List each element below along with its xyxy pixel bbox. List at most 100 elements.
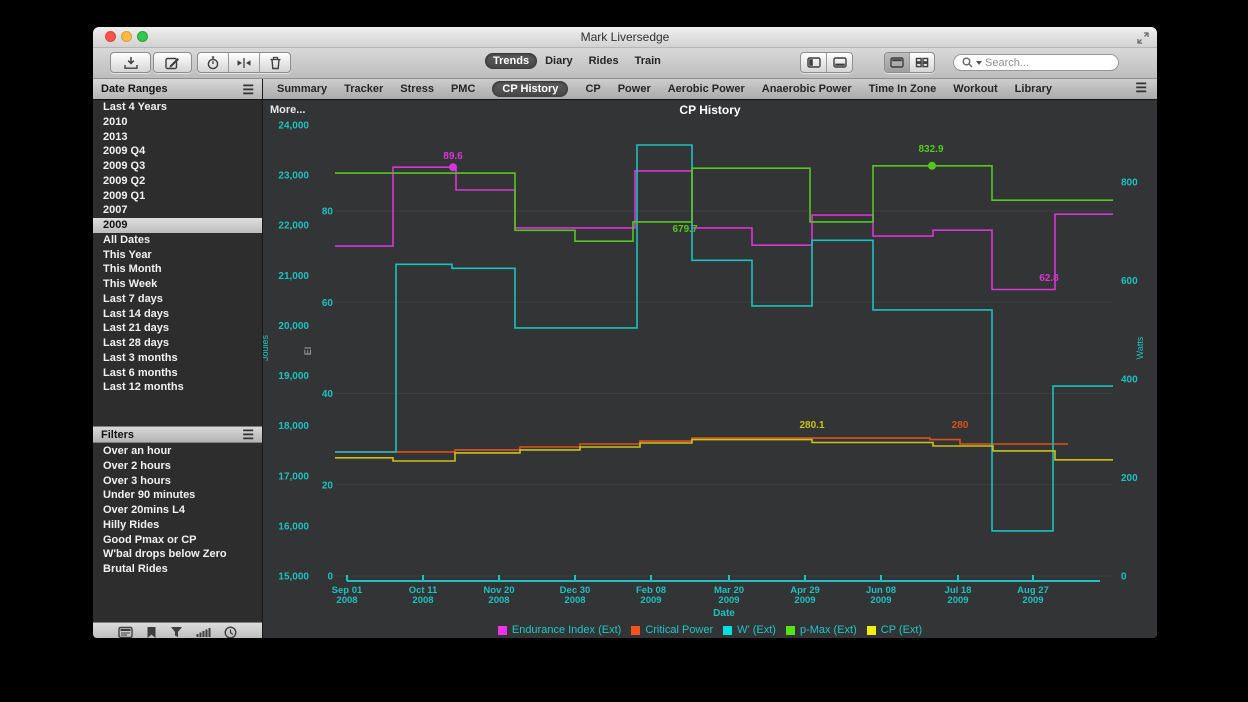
tab-pmc[interactable]: PMC [451, 83, 475, 95]
filter-item[interactable]: Over an hour [93, 444, 262, 459]
tiled-view-button[interactable] [910, 53, 934, 72]
filter-item[interactable]: Over 2 hours [93, 459, 262, 474]
legend-label: Endurance Index (Ext) [512, 624, 621, 636]
stopwatch-icon [206, 56, 220, 70]
date-range-item[interactable]: 2009 Q3 [93, 159, 262, 174]
date-range-item[interactable]: Last 28 days [93, 336, 262, 351]
filter-item[interactable]: W'bal drops below Zero [93, 547, 262, 562]
split-ride-button[interactable] [229, 53, 260, 72]
tab-stress[interactable]: Stress [400, 83, 434, 95]
joules-tick-label: 18,000 [278, 421, 309, 432]
series-value-label: 832.9 [918, 144, 943, 155]
calendar-icon[interactable] [118, 626, 133, 639]
search-icon [962, 57, 973, 68]
download-button[interactable] [110, 52, 151, 73]
stopwatch-button[interactable] [198, 53, 229, 72]
mode-rides[interactable]: Rides [581, 53, 627, 69]
series-endurance-index-ext- [335, 167, 1113, 289]
tab-summary[interactable]: Summary [277, 83, 327, 95]
filter-item[interactable]: Under 90 minutes [93, 488, 262, 503]
date-range-item[interactable]: 2009 Q2 [93, 174, 262, 189]
ei-tick-label: 40 [322, 389, 334, 400]
date-ranges-header: Date Ranges ☰ [93, 79, 263, 99]
date-range-item[interactable]: Last 14 days [93, 307, 262, 322]
tab-time-in-zone[interactable]: Time In Zone [869, 83, 937, 95]
mode-diary[interactable]: Diary [537, 53, 581, 69]
date-range-item[interactable]: Last 21 days [93, 321, 262, 336]
date-range-item[interactable]: Last 3 months [93, 351, 262, 366]
style-toggles [884, 52, 935, 73]
date-range-item[interactable]: This Month [93, 262, 262, 277]
toggle-sidebar-button[interactable] [801, 53, 827, 72]
legend-swatch [786, 626, 795, 635]
filter-item[interactable]: Brutal Rides [93, 562, 262, 577]
tab-library[interactable]: Library [1015, 83, 1052, 95]
tabbed-layout-icon [890, 57, 904, 68]
ei-tick-label: 80 [322, 207, 334, 218]
tab-power[interactable]: Power [618, 83, 651, 95]
filters-menu-icon[interactable]: ☰ [242, 428, 254, 441]
date-range-item[interactable]: 2009 Q1 [93, 189, 262, 204]
fullscreen-icon[interactable] [1137, 31, 1149, 43]
joules-tick-label: 20,000 [278, 321, 309, 332]
tab-bar-menu-icon[interactable]: ☰ [1135, 81, 1147, 94]
tab-cp-history[interactable]: CP History [492, 81, 568, 97]
zoom-button[interactable] [137, 31, 148, 42]
series-p-max-ext- [335, 166, 1113, 241]
filters-list: Over an hourOver 2 hoursOver 3 hoursUnde… [93, 444, 262, 577]
joules-tick-label: 17,000 [278, 471, 309, 482]
joules-tick-label: 23,000 [278, 171, 309, 182]
date-range-item[interactable]: 2009 [93, 218, 262, 233]
chart-bars-icon[interactable] [196, 626, 211, 638]
date-range-item[interactable]: This Year [93, 248, 262, 263]
ride-actions-group [197, 52, 291, 73]
tab-anaerobic-power[interactable]: Anaerobic Power [762, 83, 852, 95]
clock-icon[interactable] [224, 626, 237, 639]
tab-cp[interactable]: CP [585, 83, 600, 95]
date-range-item[interactable]: Last 7 days [93, 292, 262, 307]
series-value-label: 62.8 [1039, 273, 1059, 284]
bookmark-icon[interactable] [146, 626, 157, 639]
date-range-item[interactable]: This Week [93, 277, 262, 292]
mode-train[interactable]: Train [627, 53, 669, 69]
delete-ride-button[interactable] [260, 53, 290, 72]
sidebar-footer [93, 622, 262, 638]
x-tick-label: Mar 202009 [714, 585, 744, 606]
mode-trends[interactable]: Trends [485, 53, 537, 69]
joules-axis-title: Joules [263, 334, 270, 361]
legend-label: W' (Ext) [737, 624, 776, 636]
tab-tracker[interactable]: Tracker [344, 83, 383, 95]
date-range-item[interactable]: Last 12 months [93, 380, 262, 395]
date-range-item[interactable]: 2007 [93, 203, 262, 218]
series-marker [928, 162, 936, 170]
search-input[interactable]: Search... [953, 54, 1119, 71]
date-range-item[interactable]: Last 4 Years [93, 100, 262, 115]
filter-funnel-icon[interactable] [170, 626, 183, 638]
window-title: Mark Liversedge [93, 27, 1157, 47]
edit-ride-button[interactable] [153, 52, 192, 73]
filter-item[interactable]: Good Pmax or CP [93, 533, 262, 548]
x-axis-title: Date [713, 608, 735, 619]
date-range-item[interactable]: 2009 Q4 [93, 144, 262, 159]
filter-item[interactable]: Over 20mins L4 [93, 503, 262, 518]
close-button[interactable] [105, 31, 116, 42]
date-range-item[interactable]: All Dates [93, 233, 262, 248]
date-range-item[interactable]: 2013 [93, 130, 262, 145]
sidebar: Last 4 Years201020132009 Q42009 Q32009 Q… [93, 100, 263, 638]
filter-item[interactable]: Hilly Rides [93, 518, 262, 533]
ei-tick-label: 0 [327, 572, 333, 583]
compose-icon [165, 56, 180, 70]
search-options-caret[interactable] [976, 61, 982, 65]
tab-workout[interactable]: Workout [953, 83, 997, 95]
toggle-lowbar-button[interactable] [827, 53, 852, 72]
date-range-item[interactable]: 2010 [93, 115, 262, 130]
tabbed-view-button[interactable] [885, 53, 910, 72]
filters-title: Filters [101, 429, 134, 441]
date-ranges-menu-icon[interactable]: ☰ [242, 83, 254, 96]
titlebar[interactable]: Mark Liversedge [93, 27, 1157, 48]
minimize-button[interactable] [121, 31, 132, 42]
filter-item[interactable]: Over 3 hours [93, 474, 262, 489]
x-tick-label: Dec 302008 [560, 585, 591, 606]
date-range-item[interactable]: Last 6 months [93, 366, 262, 381]
tab-aerobic-power[interactable]: Aerobic Power [668, 83, 745, 95]
